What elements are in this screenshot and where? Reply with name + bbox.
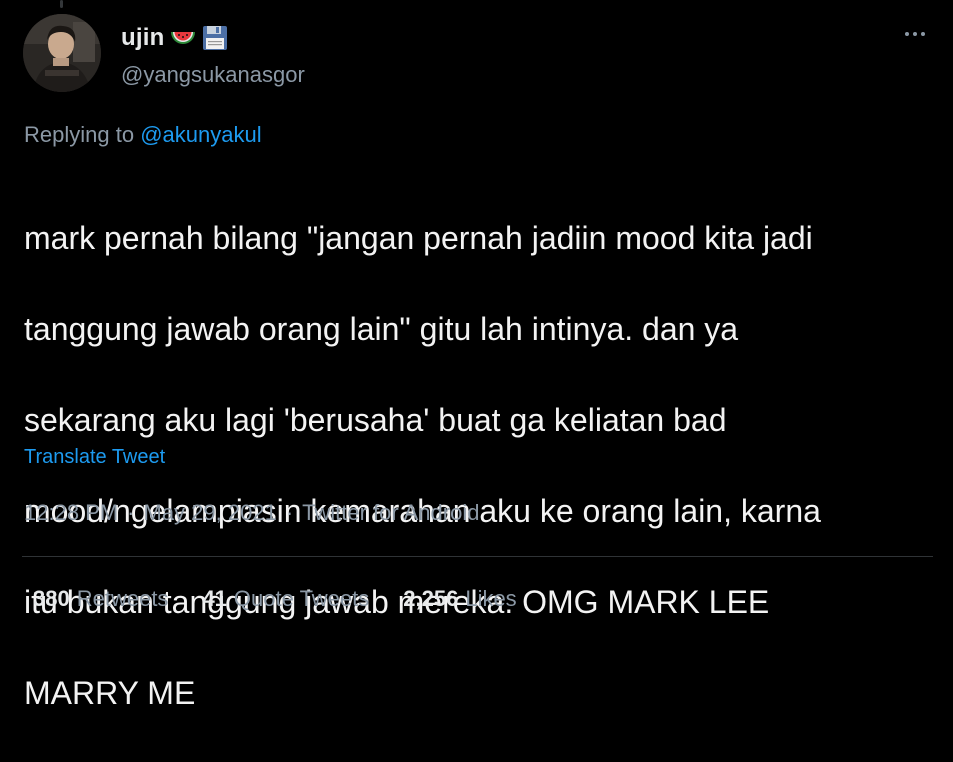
user-handle[interactable]: @yangsukanasgor (121, 62, 305, 88)
retweets-stat[interactable]: 380 Retweets (33, 586, 168, 612)
name-row: ujin (121, 24, 228, 52)
likes-count: 2,256 (403, 586, 459, 611)
replying-to-label: Replying to (24, 122, 135, 147)
likes-stat[interactable]: 2,256 Likes (403, 586, 516, 612)
tweet-detail: ujin @yangsukanasgor Replying to @akunya… (0, 0, 953, 711)
tweet-date[interactable]: May 29, 2021 (144, 500, 277, 526)
quote-tweets-stat[interactable]: 41 Quote Tweets (202, 586, 369, 612)
replying-to: Replying to @akunyakul (24, 122, 262, 148)
avatar-photo-icon (23, 14, 101, 92)
tweet-text-line: mark pernah bilang "jangan pernah jadiin… (24, 219, 813, 256)
quote-tweets-count: 41 (202, 586, 227, 611)
retweets-count: 380 (33, 586, 70, 611)
tweet-source[interactable]: Twitter for Android (302, 500, 479, 526)
meta-separator: · (285, 500, 294, 525)
tweet-meta: 12:28 PM · May 29, 2021 · Twitter for An… (24, 500, 479, 526)
tweet-time[interactable]: 12:28 PM (24, 500, 118, 526)
avatar[interactable] (23, 14, 101, 92)
tweet-text-line: tanggung jawab orang lain" gitu lah inti… (24, 310, 739, 347)
quote-tweets-label: Quote Tweets (233, 586, 370, 611)
meta-separator: · (127, 500, 135, 525)
tweet-header: ujin @yangsukanasgor (23, 14, 933, 94)
translate-tweet-link[interactable]: Translate Tweet (24, 446, 165, 469)
tweet-stats: 380 Retweets 41 Quote Tweets 2,256 Likes (33, 586, 517, 612)
likes-label: Likes (465, 586, 517, 611)
thread-connector-line (60, 0, 63, 8)
tweet-text-line: sekarang aku lagi 'berusaha' buat ga kel… (24, 401, 727, 438)
watermelon-emoji-icon (170, 26, 196, 50)
more-horizontal-icon[interactable] (901, 28, 929, 40)
reply-mention-link[interactable]: @akunyakul (140, 122, 261, 147)
display-name[interactable]: ujin (121, 24, 164, 52)
tweet-text-line: MARRY ME (24, 674, 196, 711)
floppy-disk-emoji-icon (202, 25, 228, 51)
divider (22, 556, 933, 557)
retweets-label: Retweets (76, 586, 169, 611)
